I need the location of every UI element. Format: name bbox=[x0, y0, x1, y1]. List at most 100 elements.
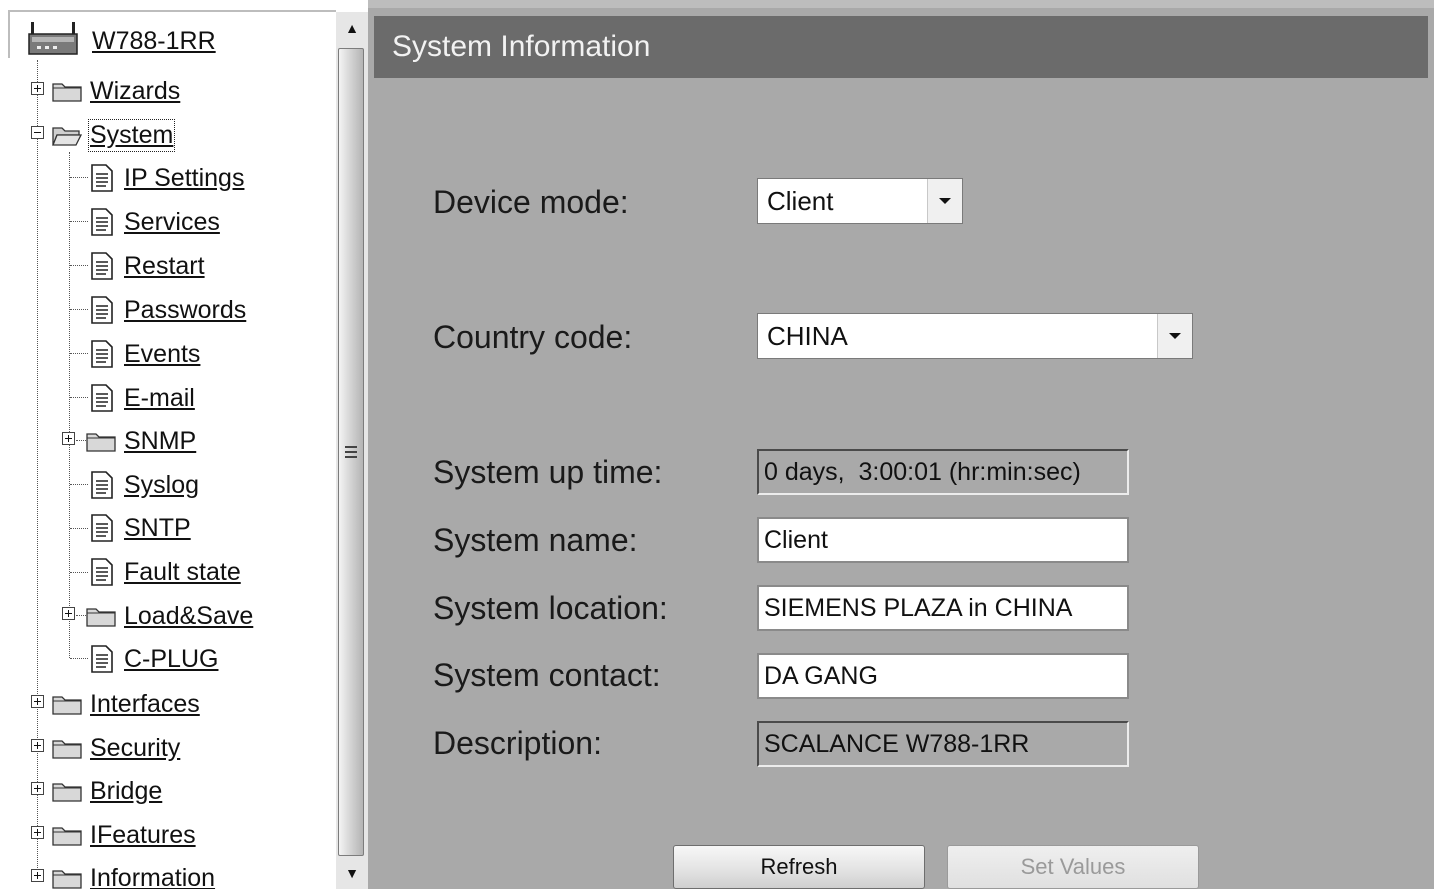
tree-item-label[interactable]: SNTP bbox=[124, 514, 191, 543]
expand-ifeatures-toggle[interactable] bbox=[31, 826, 44, 839]
tree-item-label[interactable]: IP Settings bbox=[124, 164, 244, 193]
page-icon bbox=[91, 471, 113, 499]
expand-snmp-toggle[interactable] bbox=[62, 432, 75, 445]
country-code-select[interactable]: CHINA bbox=[757, 313, 1193, 359]
tree-connector bbox=[70, 221, 88, 222]
tree-left-border bbox=[8, 10, 10, 58]
tree-item-label[interactable]: Events bbox=[124, 340, 200, 369]
system-contact-field[interactable] bbox=[757, 653, 1129, 699]
page-icon bbox=[91, 384, 113, 412]
system-location-field[interactable] bbox=[757, 585, 1129, 631]
folder-icon bbox=[52, 740, 82, 759]
tree-item-passwords[interactable]: Passwords bbox=[90, 292, 246, 328]
tree-item-security[interactable]: Security bbox=[52, 730, 180, 766]
app-window: W788-1RR Wizards System IP Settings Serv… bbox=[0, 0, 1434, 889]
refresh-button[interactable]: Refresh bbox=[673, 845, 925, 889]
tree-item-label[interactable]: Syslog bbox=[124, 471, 199, 500]
tree-item-label[interactable]: Bridge bbox=[90, 777, 162, 806]
folder-icon bbox=[52, 83, 82, 102]
tree-connector bbox=[70, 177, 88, 178]
page-icon bbox=[91, 164, 113, 192]
system-uptime-field bbox=[757, 449, 1129, 495]
tree-root-label[interactable]: W788-1RR bbox=[92, 27, 216, 56]
tree-item-label[interactable]: SNMP bbox=[124, 427, 196, 456]
tree-connector bbox=[70, 397, 88, 398]
tree-item-label[interactable]: Security bbox=[90, 734, 180, 763]
set-values-button[interactable]: Set Values bbox=[947, 845, 1199, 889]
scroll-up-arrow-icon[interactable]: ▲ bbox=[336, 12, 368, 44]
tree-item-label[interactable]: Passwords bbox=[124, 296, 246, 325]
tree-item-label[interactable]: E-mail bbox=[124, 384, 195, 413]
tree-item-email[interactable]: E-mail bbox=[90, 380, 195, 416]
scrollbar-thumb[interactable] bbox=[338, 48, 364, 856]
expand-security-toggle[interactable] bbox=[31, 739, 44, 752]
dropdown-arrow-icon[interactable] bbox=[1157, 314, 1192, 358]
tree-item-wizards[interactable]: Wizards bbox=[52, 73, 180, 109]
content-panel: System Information Device mode: Client C… bbox=[368, 0, 1434, 889]
page-icon bbox=[91, 296, 113, 324]
folder-icon bbox=[86, 608, 116, 627]
tree-item-snmp[interactable]: SNMP bbox=[86, 423, 196, 459]
tree-item-events[interactable]: Events bbox=[90, 336, 200, 372]
tree-item-c-plug[interactable]: C-PLUG bbox=[90, 641, 218, 677]
tree-item-label[interactable]: Wizards bbox=[90, 77, 180, 106]
tree-item-label[interactable]: System bbox=[87, 118, 176, 152]
tree-item-ifeatures[interactable]: IFeatures bbox=[52, 817, 196, 853]
navigation-tree: W788-1RR Wizards System IP Settings Serv… bbox=[0, 0, 336, 889]
country-code-value: CHINA bbox=[767, 320, 848, 351]
page-title: System Information bbox=[392, 30, 651, 63]
tree-item-restart[interactable]: Restart bbox=[90, 248, 205, 284]
expand-information-toggle[interactable] bbox=[31, 869, 44, 882]
tree-connector bbox=[76, 615, 86, 616]
page-icon bbox=[91, 514, 113, 542]
dropdown-arrow-icon[interactable] bbox=[927, 179, 962, 223]
tree-item-label[interactable]: Services bbox=[124, 208, 220, 237]
page-icon bbox=[91, 252, 113, 280]
folder-icon bbox=[86, 433, 116, 452]
folder-icon bbox=[52, 696, 82, 715]
access-point-device-icon bbox=[28, 22, 78, 55]
country-code-label: Country code: bbox=[433, 319, 633, 355]
scroll-down-arrow-icon[interactable]: ▼ bbox=[336, 857, 368, 889]
folder-icon bbox=[52, 870, 82, 889]
tree-item-bridge[interactable]: Bridge bbox=[52, 773, 162, 809]
open-folder-icon bbox=[52, 127, 82, 146]
expand-load-save-toggle[interactable] bbox=[62, 607, 75, 620]
tree-item-label[interactable]: Restart bbox=[124, 252, 205, 281]
tree-connector bbox=[70, 528, 88, 529]
folder-icon bbox=[52, 827, 82, 846]
tree-item-information[interactable]: Information bbox=[52, 860, 215, 889]
page-icon bbox=[91, 645, 113, 673]
tree-item-interfaces[interactable]: Interfaces bbox=[52, 686, 200, 722]
system-contact-label: System contact: bbox=[433, 657, 661, 693]
tree-item-system[interactable]: System bbox=[52, 117, 176, 153]
tree-root[interactable]: W788-1RR bbox=[28, 20, 216, 62]
tree-item-sntp[interactable]: SNTP bbox=[90, 510, 191, 546]
tree-item-label[interactable]: Information bbox=[90, 864, 215, 889]
page-icon bbox=[91, 208, 113, 236]
expand-interfaces-toggle[interactable] bbox=[31, 695, 44, 708]
tree-top-border bbox=[10, 10, 336, 12]
grip-icon bbox=[345, 446, 357, 458]
page-icon bbox=[91, 340, 113, 368]
system-uptime-label: System up time: bbox=[433, 454, 663, 490]
tree-item-ip-settings[interactable]: IP Settings bbox=[90, 160, 244, 196]
tree-item-services[interactable]: Services bbox=[90, 204, 220, 240]
folder-icon bbox=[52, 783, 82, 802]
tree-item-label[interactable]: Fault state bbox=[124, 558, 241, 587]
expand-bridge-toggle[interactable] bbox=[31, 782, 44, 795]
tree-item-label[interactable]: Interfaces bbox=[90, 690, 200, 719]
tree-connector bbox=[70, 658, 88, 659]
tree-item-label[interactable]: IFeatures bbox=[90, 821, 196, 850]
tree-item-label[interactable]: Load&Save bbox=[124, 602, 253, 631]
collapse-system-toggle[interactable] bbox=[31, 126, 44, 139]
tree-scrollbar[interactable]: ▲ ▼ bbox=[336, 12, 368, 889]
system-name-field[interactable] bbox=[757, 517, 1129, 563]
tree-item-syslog[interactable]: Syslog bbox=[90, 467, 199, 503]
tree-connector bbox=[69, 152, 70, 658]
tree-item-load-save[interactable]: Load&Save bbox=[86, 598, 253, 634]
tree-item-fault-state[interactable]: Fault state bbox=[90, 554, 241, 590]
device-mode-select[interactable]: Client bbox=[757, 178, 963, 224]
tree-item-label[interactable]: C-PLUG bbox=[124, 645, 218, 674]
expand-wizards-toggle[interactable] bbox=[31, 82, 44, 95]
